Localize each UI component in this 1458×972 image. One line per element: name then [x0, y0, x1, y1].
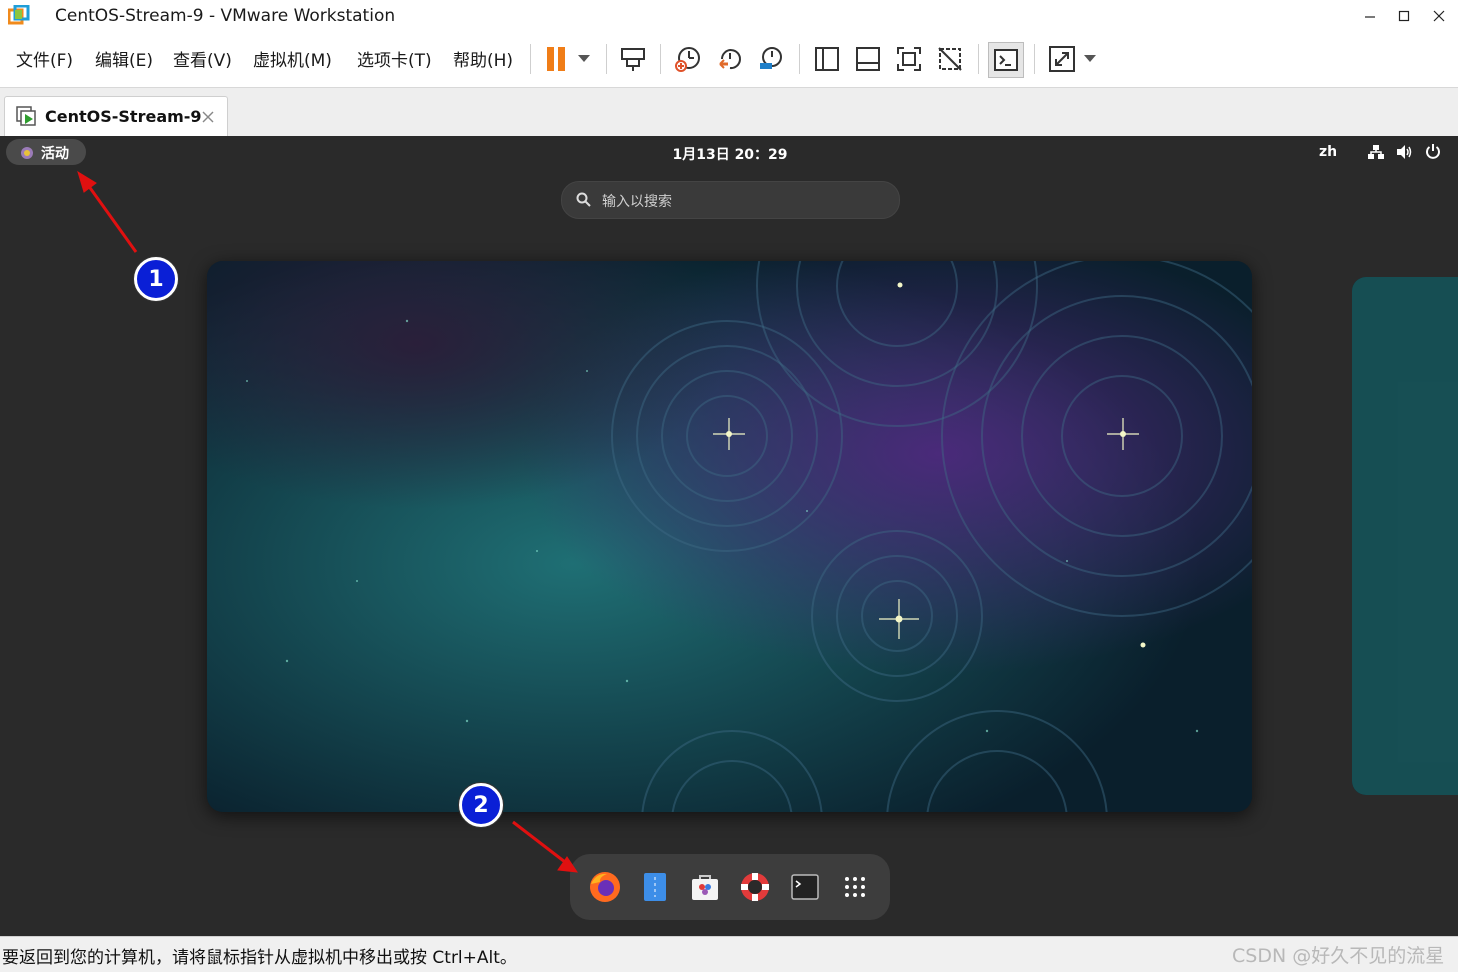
watermark: CSDN @好久不见的流星	[1232, 945, 1445, 967]
annotation-arrows	[77, 170, 579, 873]
annotation-marker-2: 2	[459, 783, 503, 827]
status-bar: 要返回到您的计算机，请将鼠标指针从虚拟机中移出或按 Ctrl+Alt。 CSDN…	[0, 936, 1458, 972]
annotation-marker-1: 1	[134, 257, 178, 301]
status-message: 要返回到您的计算机，请将鼠标指针从虚拟机中移出或按 Ctrl+Alt。	[2, 948, 517, 968]
